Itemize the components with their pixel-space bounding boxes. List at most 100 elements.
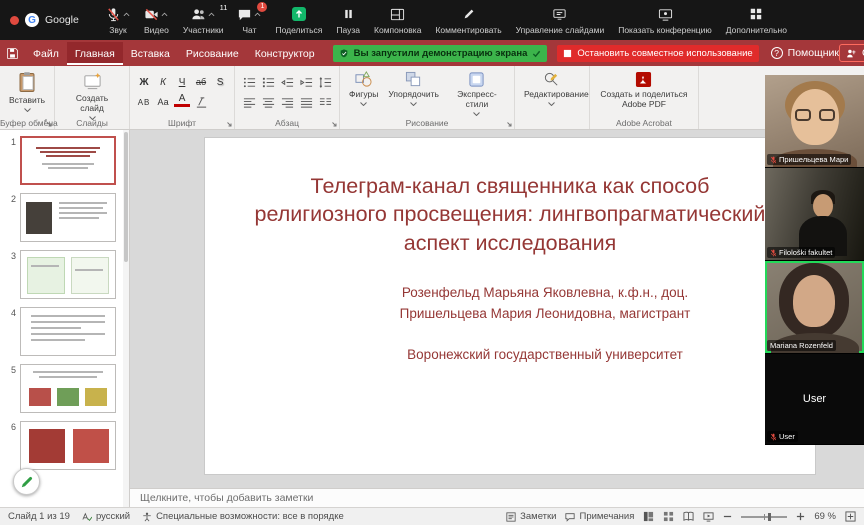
notes-toggle[interactable]: Заметки (506, 511, 556, 522)
slide-organization[interactable]: Воронежский государственный университет (236, 347, 785, 362)
comments-toggle[interactable]: Примечания (565, 511, 634, 522)
participant-tile-2[interactable]: Filološki fakultet (765, 168, 864, 261)
thumbnail-preview[interactable] (20, 307, 116, 356)
tab-design[interactable]: Конструктор (247, 42, 323, 65)
dialog-launcher-icon[interactable] (504, 119, 512, 127)
browser-tab-google[interactable]: G Google (10, 13, 96, 27)
new-slide-button[interactable]: Создать слайд (61, 69, 123, 122)
adobe-pdf-button[interactable]: Создать и поделиться Adobe PDF (596, 69, 692, 112)
shapes-icon (355, 71, 372, 88)
bullets-button[interactable] (241, 74, 257, 90)
normal-view-button[interactable] (643, 511, 654, 522)
language-indicator[interactable]: русский (82, 511, 130, 522)
dialog-launcher-icon[interactable] (329, 119, 337, 127)
share-access-button[interactable]: Общий доступ (839, 44, 864, 62)
slide-control-button[interactable]: Управление слайдами (516, 6, 605, 35)
participant-tile-3-active-speaker[interactable]: Mariana Rozenfeld (765, 261, 864, 354)
strikethrough-button[interactable]: аб (193, 74, 209, 90)
thumbnail-preview[interactable] (20, 136, 116, 185)
change-case-button[interactable]: Аа (155, 94, 171, 110)
increase-indent-button[interactable] (298, 74, 314, 90)
italic-button[interactable]: К (155, 74, 171, 90)
arrange-icon (405, 71, 422, 88)
chevron-up-icon[interactable] (161, 12, 168, 17)
arrange-button[interactable]: Упорядочить (385, 69, 442, 108)
slide-thumbnail-5[interactable]: 5 (4, 364, 121, 413)
quick-styles-button[interactable]: Экспресс-стили (446, 69, 508, 118)
layout-button[interactable]: Компоновка (374, 6, 421, 35)
line-spacing-button[interactable] (317, 74, 333, 90)
tab-home[interactable]: Главная (67, 42, 123, 65)
numbering-button[interactable] (260, 74, 276, 90)
screenshare-banner: Вы запустили демонстрацию экрана (333, 45, 548, 62)
align-right-button[interactable] (279, 94, 295, 110)
thumbnail-preview[interactable] (20, 250, 116, 299)
participants-video-panel: Пришельцева Мари Filološki fakultet Mari… (765, 75, 864, 445)
clear-formatting-button[interactable] (193, 94, 209, 110)
participants-button[interactable]: 11 Участники (183, 6, 224, 35)
slide-sorter-button[interactable] (663, 511, 674, 522)
slideshow-button[interactable] (703, 511, 714, 522)
chevron-up-icon[interactable] (254, 12, 261, 17)
slide-title[interactable]: Телеграм-канал священника как способ рел… (248, 172, 773, 257)
editing-button[interactable]: Редактирование (521, 69, 583, 108)
tab-insert[interactable]: Вставка (123, 42, 178, 65)
slide-thumbnail-2[interactable]: 2 (4, 193, 121, 242)
quick-styles-icon (468, 71, 485, 88)
participant-tile-4[interactable]: User User (765, 354, 864, 445)
accessibility-status[interactable]: Специальные возможности: все в порядке (142, 511, 344, 522)
slide-canvas[interactable]: Телеграм-канал священника как способ рел… (205, 138, 815, 474)
slide-thumbnail-3[interactable]: 3 (4, 250, 121, 299)
audio-button[interactable]: Звук (106, 6, 130, 35)
slide-thumbnail-1[interactable]: 1 (4, 136, 121, 185)
font-color-button[interactable]: А (174, 94, 190, 107)
tab-file[interactable]: Файл (25, 42, 67, 65)
text-shadow-button[interactable]: S (212, 74, 228, 90)
save-icon[interactable] (6, 47, 19, 60)
stop-sharing-button[interactable]: Остановить совместное использование (557, 45, 758, 62)
paste-button[interactable]: Вставить (6, 69, 48, 114)
annotate-button[interactable]: Комментировать (435, 6, 501, 35)
zoom-slider[interactable] (741, 516, 787, 518)
reading-view-button[interactable] (683, 511, 694, 522)
thumbnail-scrollbar[interactable] (123, 130, 129, 507)
pause-share-button[interactable]: Пауза (336, 6, 360, 35)
zoom-in-button[interactable] (796, 512, 805, 521)
zoom-out-button[interactable] (723, 512, 732, 521)
slide-counter: Слайд 1 из 19 (8, 511, 70, 522)
slide-authors[interactable]: Розенфельд Марьяна Яковлевна, к.ф.н., до… (236, 283, 785, 325)
align-center-button[interactable] (260, 94, 276, 110)
bold-button[interactable]: Ж (136, 74, 152, 90)
chat-unread-badge: 1 (257, 2, 267, 12)
more-button[interactable]: Дополнительно (726, 6, 787, 35)
participant-tile-1[interactable]: Пришельцева Мари (765, 75, 864, 168)
character-spacing-button[interactable]: АВ (136, 94, 152, 110)
share-screen-button[interactable]: Поделиться (275, 6, 322, 35)
notes-pane[interactable]: Щелкните, чтобы добавить заметки (130, 488, 864, 507)
columns-button[interactable] (317, 94, 333, 110)
chevron-up-icon[interactable] (123, 12, 130, 17)
assistant-button[interactable]: ? Помощник (771, 47, 839, 59)
annotation-pencil-button[interactable] (13, 468, 40, 495)
zoom-level[interactable]: 69 % (814, 511, 836, 522)
thumbnail-preview[interactable] (20, 421, 116, 470)
thumbnail-preview[interactable] (20, 193, 116, 242)
slide-editing-area[interactable]: Телеграм-канал священника как способ рел… (130, 130, 864, 488)
fit-slide-button[interactable] (845, 511, 856, 522)
shapes-button[interactable]: Фигуры (346, 69, 381, 108)
chevron-up-icon[interactable] (208, 12, 215, 17)
align-left-button[interactable] (241, 94, 257, 110)
underline-button[interactable]: Ч (174, 74, 190, 90)
slide-thumbnail-6[interactable]: 6 (4, 421, 121, 470)
slide-thumbnail-4[interactable]: 4 (4, 307, 121, 356)
justify-button[interactable] (298, 94, 314, 110)
video-button[interactable]: Видео (144, 6, 169, 35)
decrease-indent-button[interactable] (279, 74, 295, 90)
thumbnail-preview[interactable] (20, 364, 116, 413)
dialog-launcher-icon[interactable] (44, 119, 52, 127)
show-conference-button[interactable]: Показать конференцию (618, 6, 712, 35)
zoom-slider-handle[interactable] (768, 513, 771, 521)
tab-draw[interactable]: Рисование (178, 42, 247, 65)
dialog-launcher-icon[interactable] (224, 119, 232, 127)
chat-button[interactable]: 1 Чат (237, 6, 261, 35)
